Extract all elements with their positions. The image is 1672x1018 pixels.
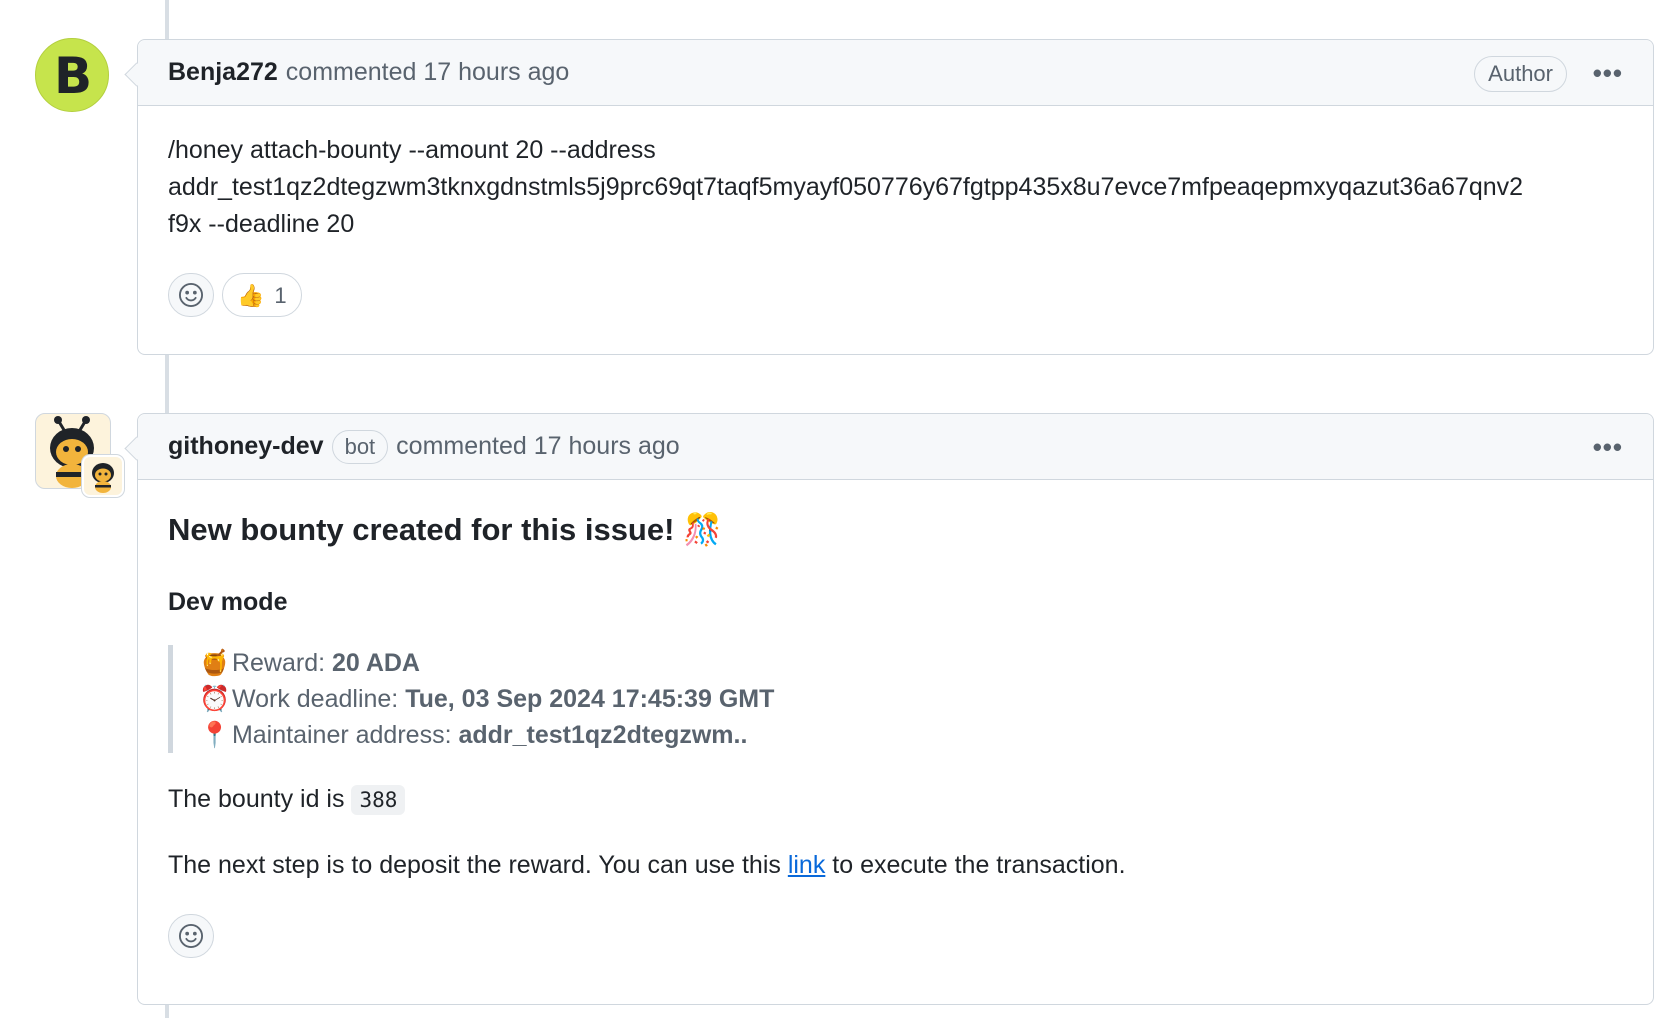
comment-header: githoney-dev bot commented 17 hours ago …	[138, 414, 1653, 480]
command-line-3: f9x --deadline 20	[168, 210, 355, 238]
bounty-id-code: 388	[351, 785, 406, 815]
next-step-text: The next step is to deposit the reward. …	[168, 851, 788, 879]
command-line-1: /honey attach-bounty --amount 20 --addre…	[168, 136, 656, 164]
bounty-details-quote: 🍯 Reward: 20 ADA ⏰ Work deadline: Tue, 0…	[168, 645, 1623, 753]
comment-body: New bounty created for this issue! 🎊 Dev…	[138, 480, 1653, 958]
avatar-benja272[interactable]: B	[35, 38, 109, 112]
alarm-clock-icon: ⏰	[199, 685, 231, 713]
comment-timestamp[interactable]: commented 17 hours ago	[396, 432, 680, 461]
next-step-paragraph: The next step is to deposit the reward. …	[168, 847, 1623, 884]
bounty-id-text: The bounty id is	[168, 785, 352, 813]
address-row: 📍 Maintainer address: addr_test1qz2dtegz…	[199, 717, 1623, 753]
address-value: addr_test1qz2dtegzwm..	[458, 721, 748, 749]
dev-mode-heading: Dev mode	[168, 588, 288, 616]
honey-pot-icon: 🍯	[199, 649, 231, 677]
bounty-title: New bounty created for this issue! 🎊	[168, 512, 722, 547]
smiley-icon	[178, 282, 204, 308]
bounty-id-paragraph: The bounty id is 388	[168, 781, 1623, 819]
reaction-count: 1	[274, 282, 287, 308]
comment-body: /honey attach-bounty --amount 20 --addre…	[138, 106, 1653, 317]
smiley-icon	[178, 923, 204, 949]
reactions-bar	[168, 914, 1623, 958]
address-label: Maintainer address:	[231, 721, 459, 749]
more-options-icon[interactable]: •••	[1593, 432, 1623, 463]
comment-header: Benja272 commented 17 hours ago Author •…	[138, 40, 1653, 106]
reactions-bar: 👍 1	[168, 273, 1623, 317]
thumbs-up-reaction[interactable]: 👍 1	[222, 273, 302, 317]
deadline-label: Work deadline:	[231, 685, 406, 713]
deadline-value: Tue, 03 Sep 2024 17:45:39 GMT	[405, 685, 775, 713]
comment-benja272: Benja272 commented 17 hours ago Author •…	[137, 39, 1654, 355]
comment-author[interactable]: Benja272	[168, 58, 278, 87]
bot-badge-avatar	[82, 455, 124, 497]
reward-label: Reward:	[231, 649, 332, 677]
reward-row: 🍯 Reward: 20 ADA	[199, 645, 1623, 681]
bee-badge-icon	[92, 463, 114, 493]
comment-author[interactable]: githoney-dev	[168, 432, 324, 461]
avatar-letter: B	[53, 47, 93, 105]
bot-badge: bot	[331, 429, 389, 464]
reward-value: 20 ADA	[332, 649, 420, 677]
more-options-icon[interactable]: •••	[1593, 58, 1623, 89]
thumbs-up-icon: 👍	[237, 282, 265, 308]
comment-githoney-dev: githoney-dev bot commented 17 hours ago …	[137, 413, 1654, 1005]
add-reaction-button[interactable]	[168, 273, 214, 317]
author-badge: Author	[1474, 56, 1567, 92]
deadline-row: ⏰ Work deadline: Tue, 03 Sep 2024 17:45:…	[199, 681, 1623, 717]
pin-icon: 📍	[199, 721, 231, 749]
transaction-link[interactable]: link	[788, 851, 826, 879]
command-line-2: addr_test1qz2dtegzwm3tknxgdnstmls5j9prc6…	[168, 173, 1524, 201]
next-step-text-end: to execute the transaction.	[825, 851, 1126, 879]
comment-timestamp[interactable]: commented 17 hours ago	[286, 58, 570, 87]
add-reaction-button[interactable]	[168, 914, 214, 958]
